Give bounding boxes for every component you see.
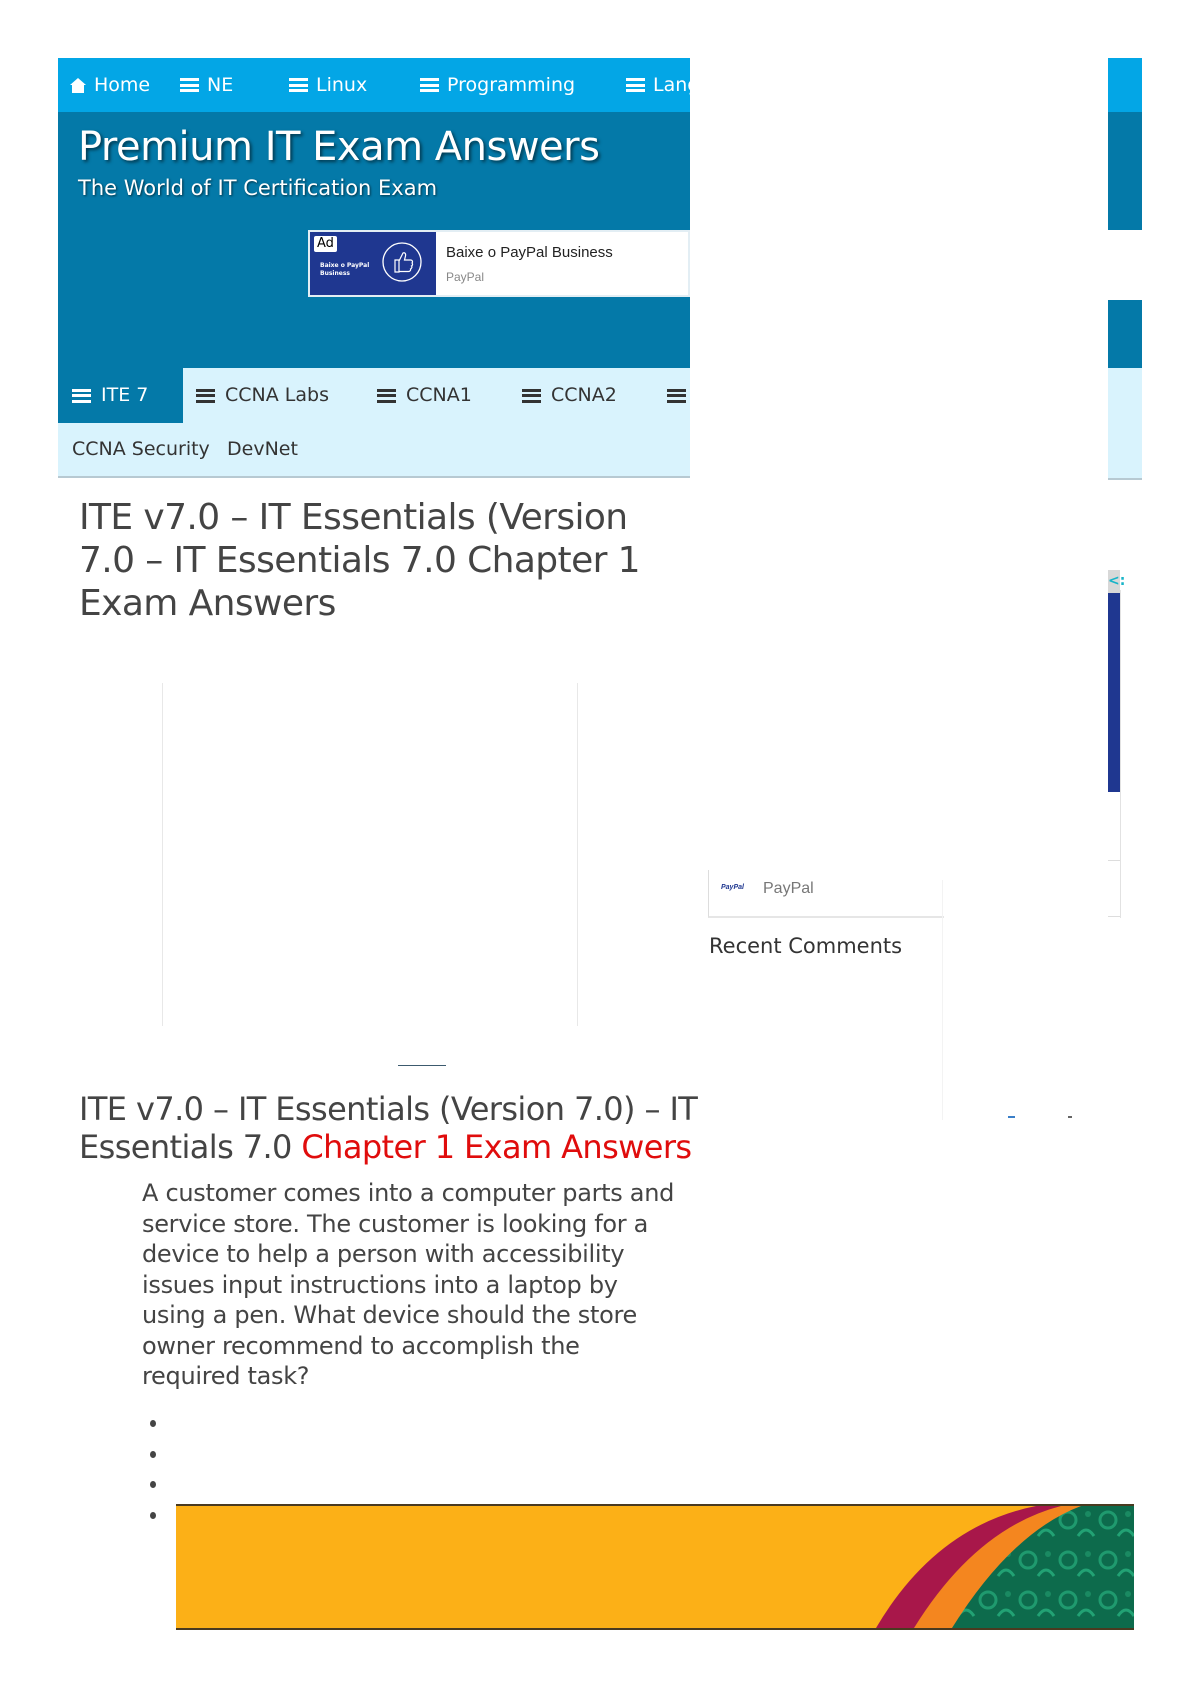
tab-label: ITE 7 bbox=[101, 384, 149, 406]
header-ad[interactable]: Ad Baixe o PayPal Business Baixe o PayPa… bbox=[308, 230, 690, 297]
menu-icon bbox=[420, 78, 439, 92]
menu-icon bbox=[626, 78, 645, 92]
ad-choices-icon[interactable]: <: bbox=[1108, 570, 1125, 593]
ad-title[interactable]: Baixe o PayPal Business bbox=[446, 244, 613, 261]
nav-item-label: Programming bbox=[447, 74, 576, 96]
answer-option[interactable] bbox=[150, 1441, 158, 1472]
nav-item-programming[interactable]: Programming bbox=[420, 58, 575, 112]
loading-indicator bbox=[1008, 1116, 1015, 1118]
site-header: Premium IT Exam Answers The World of IT … bbox=[58, 112, 690, 368]
tab-devnet[interactable]: DevNet bbox=[227, 423, 298, 476]
right-header-fragment bbox=[1108, 58, 1142, 230]
nav-item-label: Linux bbox=[316, 74, 368, 96]
ad-image-text: Baixe o PayPal Business bbox=[320, 262, 370, 277]
nav-item-linux[interactable]: Linux bbox=[289, 58, 367, 112]
divider bbox=[1108, 860, 1120, 861]
loading-indicator bbox=[1068, 1116, 1072, 1118]
category-nav: ITE 7 CCNA Labs CCNA1 CCNA2 CCNA Securit… bbox=[58, 368, 690, 478]
bottom-banner-ad[interactable] bbox=[176, 1504, 1134, 1630]
menu-icon bbox=[196, 388, 215, 403]
menu-icon bbox=[667, 388, 686, 403]
menu-icon bbox=[180, 78, 199, 92]
sidebar-paypal-ad[interactable]: PayPal PayPal bbox=[708, 870, 944, 918]
tab-label: CCNA2 bbox=[551, 384, 617, 406]
ad-frame-divider bbox=[398, 1065, 446, 1066]
site-tagline: The World of IT Certification Exam bbox=[78, 176, 438, 200]
nav-item-ne[interactable]: NE bbox=[180, 58, 233, 112]
nav-item-label: Home bbox=[94, 74, 151, 96]
right-nav-fragment bbox=[1108, 300, 1142, 480]
answer-option[interactable] bbox=[150, 1410, 158, 1441]
divider bbox=[1108, 916, 1120, 917]
tab-ccna-security[interactable]: CCNA Security bbox=[72, 423, 210, 476]
post-title: ITE v7.0 – IT Essentials (Version 7.0 – … bbox=[79, 497, 641, 624]
ad-image: Ad Baixe o PayPal Business bbox=[310, 232, 436, 295]
nav-item-label: NE bbox=[207, 74, 234, 96]
tab-ite7[interactable]: ITE 7 bbox=[58, 368, 183, 423]
banner-artwork bbox=[876, 1506, 1134, 1628]
ad-badge: Ad bbox=[314, 236, 337, 252]
answer-option[interactable] bbox=[150, 1471, 158, 1502]
paypal-name: PayPal bbox=[763, 880, 814, 897]
sidebar-ad-image bbox=[1108, 593, 1120, 792]
tab-ccna-labs[interactable]: CCNA Labs bbox=[196, 368, 329, 423]
site-title[interactable]: Premium IT Exam Answers bbox=[78, 124, 600, 170]
top-nav-bar: Home NE Linux Programming Lang bbox=[58, 58, 690, 112]
nav-item-label: Lang bbox=[653, 74, 690, 96]
tab-ccna1[interactable]: CCNA1 bbox=[377, 368, 472, 423]
answer-option[interactable] bbox=[150, 1502, 158, 1533]
answer-list bbox=[150, 1410, 158, 1532]
content-ad-frame bbox=[162, 683, 578, 1026]
recent-comments-heading: Recent Comments bbox=[709, 934, 903, 958]
menu-icon bbox=[289, 78, 308, 92]
home-icon bbox=[70, 77, 86, 93]
thumbs-up-icon bbox=[382, 242, 422, 282]
tab-label: CCNA Labs bbox=[225, 384, 329, 406]
content-title-highlight: Chapter 1 Exam Answers bbox=[301, 1128, 692, 1166]
tab-more[interactable] bbox=[667, 368, 686, 423]
paypal-logo: PayPal bbox=[721, 884, 744, 891]
menu-icon bbox=[72, 388, 91, 403]
sidebar-ad-border bbox=[1120, 590, 1121, 918]
ad-source: PayPal bbox=[446, 270, 485, 284]
nav-item-home[interactable]: Home bbox=[70, 58, 150, 112]
sidebar-divider bbox=[942, 880, 943, 1120]
tab-label: CCNA1 bbox=[406, 384, 472, 406]
tab-ccna2[interactable]: CCNA2 bbox=[522, 368, 617, 423]
nav-item-languages[interactable]: Lang bbox=[626, 58, 690, 112]
menu-icon bbox=[522, 388, 541, 403]
exam-question: A customer comes into a computer parts a… bbox=[142, 1179, 675, 1390]
sidebar-ad[interactable]: <: bbox=[1108, 570, 1125, 792]
menu-icon bbox=[377, 388, 396, 403]
content-title: ITE v7.0 – IT Essentials (Version 7.0) –… bbox=[79, 1090, 699, 1166]
